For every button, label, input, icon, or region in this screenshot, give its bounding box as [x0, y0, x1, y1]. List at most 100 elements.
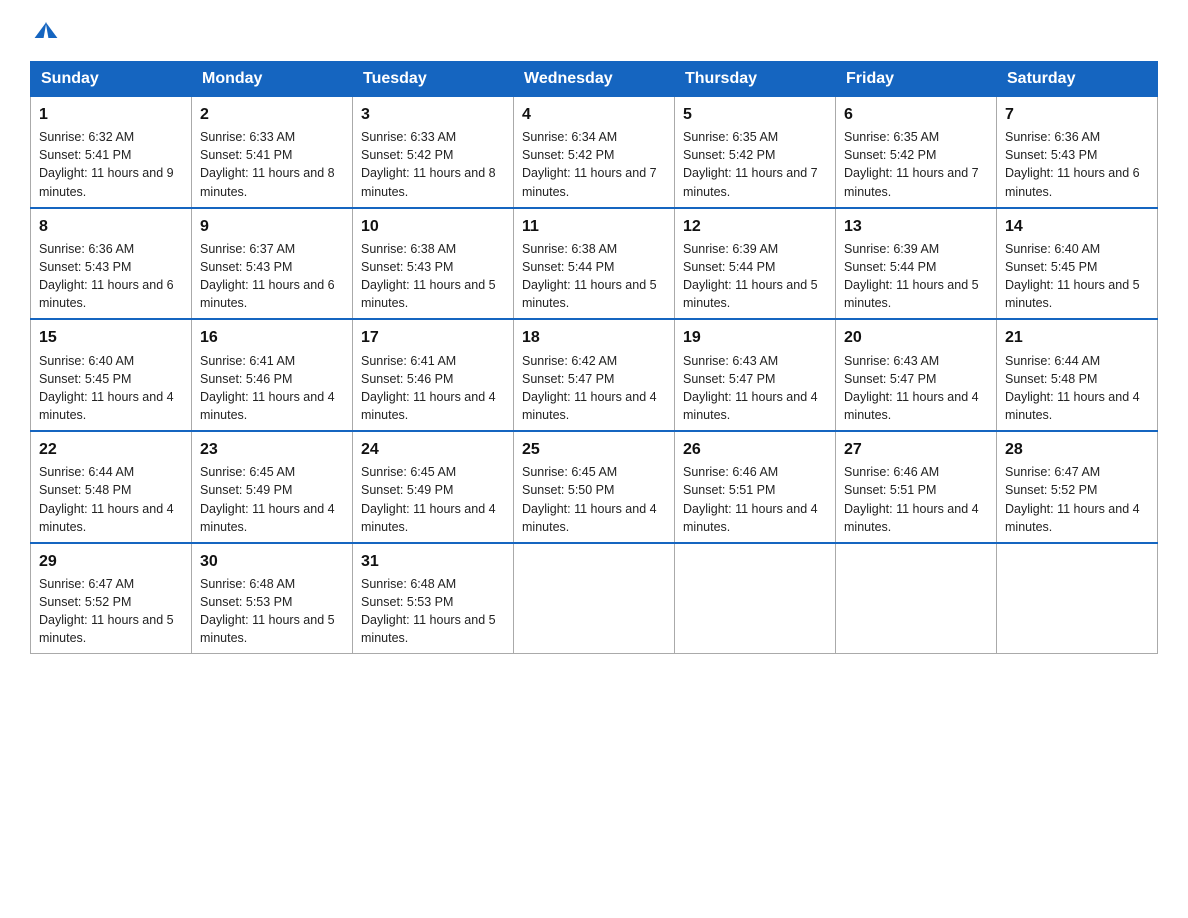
day-number: 14: [1005, 215, 1149, 238]
calendar-cell: 14Sunrise: 6:40 AMSunset: 5:45 PMDayligh…: [997, 208, 1158, 320]
day-info: Sunrise: 6:44 AMSunset: 5:48 PMDaylight:…: [39, 463, 183, 536]
calendar-cell: [514, 543, 675, 654]
calendar-cell: 31Sunrise: 6:48 AMSunset: 5:53 PMDayligh…: [353, 543, 514, 654]
day-number: 23: [200, 438, 344, 461]
calendar-cell: 7Sunrise: 6:36 AMSunset: 5:43 PMDaylight…: [997, 97, 1158, 208]
day-info: Sunrise: 6:48 AMSunset: 5:53 PMDaylight:…: [200, 575, 344, 648]
calendar-cell: 13Sunrise: 6:39 AMSunset: 5:44 PMDayligh…: [836, 208, 997, 320]
calendar-cell: 2Sunrise: 6:33 AMSunset: 5:41 PMDaylight…: [192, 97, 353, 208]
calendar-cell: 17 Sunrise: 6:41 AMSunset: 5:46 PMDayligh…: [353, 319, 514, 431]
calendar-cell: 15 Sunrise: 6:40 AMSunset: 5:45 PMDayligh…: [31, 319, 192, 431]
day-number: 20: [844, 326, 988, 349]
day-info: Sunrise: 6:40 AMSunset: 5:45 PMDaylight:…: [39, 352, 183, 425]
day-number: 24: [361, 438, 505, 461]
calendar-cell: 12Sunrise: 6:39 AMSunset: 5:44 PMDayligh…: [675, 208, 836, 320]
calendar-header-sunday: Sunday: [31, 62, 192, 97]
day-info: Sunrise: 6:32 AMSunset: 5:41 PMDaylight:…: [39, 128, 183, 201]
day-info: Sunrise: 6:39 AMSunset: 5:44 PMDaylight:…: [683, 240, 827, 313]
day-number: 17: [361, 326, 505, 349]
day-number: 30: [200, 550, 344, 573]
day-number: 9: [200, 215, 344, 238]
calendar-cell: 20 Sunrise: 6:43 AMSunset: 5:47 PMDayligh…: [836, 319, 997, 431]
day-info: Sunrise: 6:33 AMSunset: 5:41 PMDaylight:…: [200, 128, 344, 201]
day-info: Sunrise: 6:38 AMSunset: 5:43 PMDaylight:…: [361, 240, 505, 313]
calendar-cell: 23Sunrise: 6:45 AMSunset: 5:49 PMDayligh…: [192, 431, 353, 543]
day-number: 29: [39, 550, 183, 573]
calendar-table: SundayMondayTuesdayWednesdayThursdayFrid…: [30, 61, 1158, 654]
calendar-week-row: 15 Sunrise: 6:40 AMSunset: 5:45 PMDayligh…: [31, 319, 1158, 431]
day-info: Sunrise: 6:47 AMSunset: 5:52 PMDaylight:…: [39, 575, 183, 648]
day-info: Sunrise: 6:33 AMSunset: 5:42 PMDaylight:…: [361, 128, 505, 201]
day-info: Sunrise: 6:39 AMSunset: 5:44 PMDaylight:…: [844, 240, 988, 313]
day-number: 12: [683, 215, 827, 238]
day-number: 31: [361, 550, 505, 573]
day-number: 25: [522, 438, 666, 461]
calendar-cell: 6Sunrise: 6:35 AMSunset: 5:42 PMDaylight…: [836, 97, 997, 208]
day-info: Sunrise: 6:34 AMSunset: 5:42 PMDaylight:…: [522, 128, 666, 201]
calendar-header-thursday: Thursday: [675, 62, 836, 97]
day-info: Sunrise: 6:43 AMSunset: 5:47 PMDaylight:…: [683, 352, 827, 425]
day-number: 4: [522, 103, 666, 126]
day-info: Sunrise: 6:41 AMSunset: 5:46 PMDaylight:…: [361, 352, 505, 425]
calendar-cell: 21 Sunrise: 6:44 AMSunset: 5:48 PMDayligh…: [997, 319, 1158, 431]
day-number: 15: [39, 326, 183, 349]
calendar-cell: 3Sunrise: 6:33 AMSunset: 5:42 PMDaylight…: [353, 97, 514, 208]
day-number: 2: [200, 103, 344, 126]
calendar-cell: 9Sunrise: 6:37 AMSunset: 5:43 PMDaylight…: [192, 208, 353, 320]
calendar-cell: 26Sunrise: 6:46 AMSunset: 5:51 PMDayligh…: [675, 431, 836, 543]
day-info: Sunrise: 6:43 AMSunset: 5:47 PMDaylight:…: [844, 352, 988, 425]
day-info: Sunrise: 6:46 AMSunset: 5:51 PMDaylight:…: [844, 463, 988, 536]
day-info: Sunrise: 6:37 AMSunset: 5:43 PMDaylight:…: [200, 240, 344, 313]
calendar-header-friday: Friday: [836, 62, 997, 97]
day-number: 7: [1005, 103, 1149, 126]
day-number: 22: [39, 438, 183, 461]
calendar-cell: 5Sunrise: 6:35 AMSunset: 5:42 PMDaylight…: [675, 97, 836, 208]
day-number: 1: [39, 103, 183, 126]
day-number: 10: [361, 215, 505, 238]
calendar-cell: 18 Sunrise: 6:42 AMSunset: 5:47 PMDayligh…: [514, 319, 675, 431]
day-number: 5: [683, 103, 827, 126]
day-info: Sunrise: 6:45 AMSunset: 5:49 PMDaylight:…: [361, 463, 505, 536]
day-number: 27: [844, 438, 988, 461]
calendar-cell: [675, 543, 836, 654]
calendar-header-monday: Monday: [192, 62, 353, 97]
calendar-cell: 4Sunrise: 6:34 AMSunset: 5:42 PMDaylight…: [514, 97, 675, 208]
day-info: Sunrise: 6:45 AMSunset: 5:49 PMDaylight:…: [200, 463, 344, 536]
day-info: Sunrise: 6:46 AMSunset: 5:51 PMDaylight:…: [683, 463, 827, 536]
day-number: 13: [844, 215, 988, 238]
calendar-week-row: 29Sunrise: 6:47 AMSunset: 5:52 PMDayligh…: [31, 543, 1158, 654]
calendar-cell: 28Sunrise: 6:47 AMSunset: 5:52 PMDayligh…: [997, 431, 1158, 543]
day-info: Sunrise: 6:48 AMSunset: 5:53 PMDaylight:…: [361, 575, 505, 648]
day-number: 18: [522, 326, 666, 349]
day-info: Sunrise: 6:45 AMSunset: 5:50 PMDaylight:…: [522, 463, 666, 536]
calendar-cell: 30Sunrise: 6:48 AMSunset: 5:53 PMDayligh…: [192, 543, 353, 654]
day-info: Sunrise: 6:42 AMSunset: 5:47 PMDaylight:…: [522, 352, 666, 425]
day-info: Sunrise: 6:38 AMSunset: 5:44 PMDaylight:…: [522, 240, 666, 313]
day-number: 8: [39, 215, 183, 238]
calendar-cell: 29Sunrise: 6:47 AMSunset: 5:52 PMDayligh…: [31, 543, 192, 654]
day-info: Sunrise: 6:47 AMSunset: 5:52 PMDaylight:…: [1005, 463, 1149, 536]
day-info: Sunrise: 6:40 AMSunset: 5:45 PMDaylight:…: [1005, 240, 1149, 313]
logo: [30, 20, 56, 43]
day-info: Sunrise: 6:41 AMSunset: 5:46 PMDaylight:…: [200, 352, 344, 425]
day-number: 26: [683, 438, 827, 461]
calendar-header-tuesday: Tuesday: [353, 62, 514, 97]
calendar-cell: 24Sunrise: 6:45 AMSunset: 5:49 PMDayligh…: [353, 431, 514, 543]
calendar-week-row: 1Sunrise: 6:32 AMSunset: 5:41 PMDaylight…: [31, 97, 1158, 208]
day-info: Sunrise: 6:36 AMSunset: 5:43 PMDaylight:…: [1005, 128, 1149, 201]
day-info: Sunrise: 6:44 AMSunset: 5:48 PMDaylight:…: [1005, 352, 1149, 425]
calendar-header-row: SundayMondayTuesdayWednesdayThursdayFrid…: [31, 62, 1158, 97]
calendar-cell: 27Sunrise: 6:46 AMSunset: 5:51 PMDayligh…: [836, 431, 997, 543]
day-number: 21: [1005, 326, 1149, 349]
calendar-week-row: 8Sunrise: 6:36 AMSunset: 5:43 PMDaylight…: [31, 208, 1158, 320]
day-info: Sunrise: 6:35 AMSunset: 5:42 PMDaylight:…: [683, 128, 827, 201]
calendar-cell: 16Sunrise: 6:41 AMSunset: 5:46 PMDayligh…: [192, 319, 353, 431]
calendar-cell: [997, 543, 1158, 654]
day-number: 3: [361, 103, 505, 126]
calendar-cell: [836, 543, 997, 654]
day-number: 6: [844, 103, 988, 126]
calendar-week-row: 22Sunrise: 6:44 AMSunset: 5:48 PMDayligh…: [31, 431, 1158, 543]
calendar-header-saturday: Saturday: [997, 62, 1158, 97]
page-header: [30, 20, 1158, 43]
day-info: Sunrise: 6:35 AMSunset: 5:42 PMDaylight:…: [844, 128, 988, 201]
